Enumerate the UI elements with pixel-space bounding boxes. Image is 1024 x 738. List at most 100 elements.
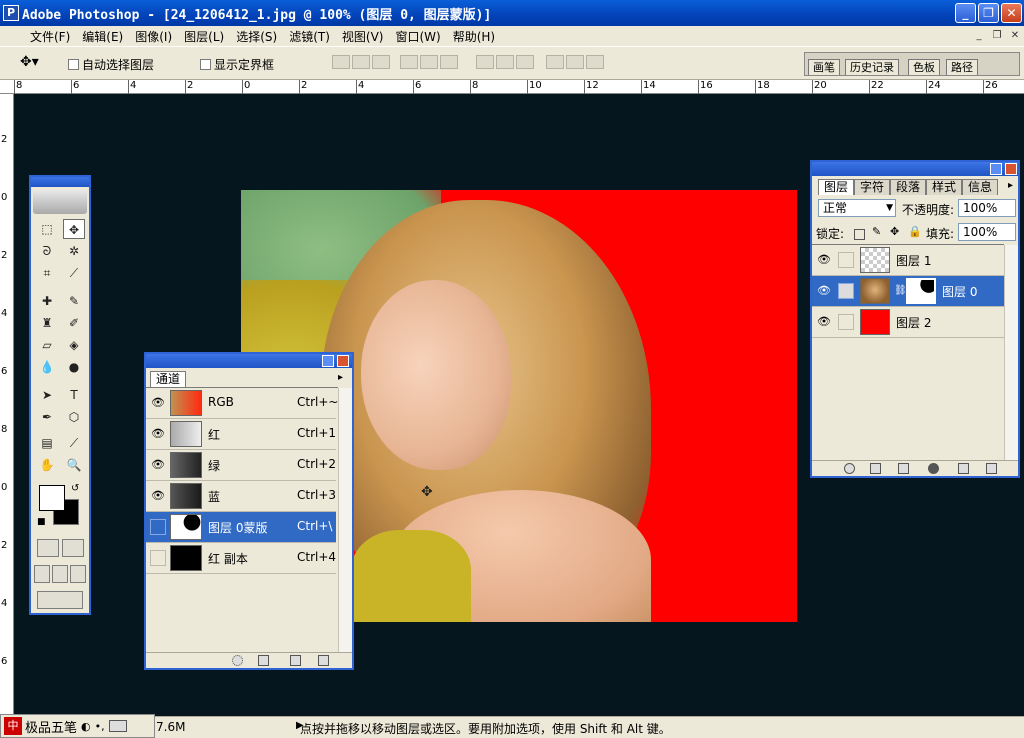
fill-input[interactable]: 100% <box>958 223 1016 241</box>
blur-tool-icon[interactable]: 💧 <box>36 357 58 377</box>
standard-mode-icon[interactable] <box>37 539 59 557</box>
menu-layer[interactable]: 图层(L) <box>178 28 230 45</box>
layers-title-bar[interactable] <box>812 162 1018 176</box>
paint-bucket-tool-icon[interactable]: ◈ <box>63 335 85 355</box>
channel-row-red[interactable]: 👁 红 Ctrl+1 <box>146 419 336 450</box>
align-top-icon[interactable] <box>332 55 350 69</box>
channel-row-rgb[interactable]: 👁 RGB Ctrl+~ <box>146 388 338 419</box>
pen-tool-icon[interactable]: ✒ <box>36 407 58 427</box>
ime-label[interactable]: 极品五笔 <box>25 717 77 736</box>
channels-menu-arrow-icon[interactable]: ▸ <box>338 372 343 383</box>
distribute-right-icon[interactable] <box>586 55 604 69</box>
distribute-vcenter-icon[interactable] <box>496 55 514 69</box>
menu-file[interactable]: 文件(F) <box>24 28 76 45</box>
trash-icon[interactable] <box>986 463 997 474</box>
distribute-top-icon[interactable] <box>476 55 494 69</box>
shape-tool-icon[interactable]: ⬡ <box>63 407 85 427</box>
link-toggle[interactable] <box>838 252 854 268</box>
photoshop-feather-icon[interactable] <box>33 190 87 214</box>
eye-icon[interactable]: 👁 <box>816 314 832 330</box>
minimize-button[interactable]: _ <box>955 3 976 23</box>
toolbox-title-bar[interactable] <box>31 177 89 187</box>
horizontal-ruler[interactable]: 8 6 4 2 0 2 4 6 8 10 12 14 16 18 20 22 24 26 <box>0 80 1024 94</box>
hand-tool-icon[interactable]: ✋ <box>36 455 58 475</box>
full-screen-menu-mode-icon[interactable] <box>52 565 68 583</box>
channel-row-green[interactable]: 👁 绿 Ctrl+2 <box>146 450 336 481</box>
bounding-box-checkbox[interactable] <box>200 59 211 70</box>
marquee-tool-icon[interactable]: ⬚ <box>36 219 58 239</box>
mask-link-icon[interactable] <box>838 283 854 299</box>
lock-position-icon[interactable]: ✥ <box>890 225 901 238</box>
eye-icon[interactable]: 👁 <box>150 457 166 473</box>
new-layer-icon[interactable] <box>958 463 969 474</box>
load-selection-icon[interactable] <box>232 655 243 666</box>
vertical-ruler[interactable]: 2 0 2 4 6 8 0 2 4 6 <box>0 94 14 716</box>
history-brush-tool-icon[interactable]: ✐ <box>63 313 85 333</box>
layer-row-layer1[interactable]: 👁 图层 1 <box>812 245 1004 276</box>
well-tab-paths[interactable]: 路径 <box>946 59 978 75</box>
align-right-icon[interactable] <box>440 55 458 69</box>
document-size[interactable]: 7.6M <box>156 720 185 734</box>
auto-select-layer-option[interactable]: 自动选择图层 <box>68 56 154 73</box>
eyedropper-tool-icon[interactable]: ⟋ <box>63 433 85 453</box>
layers-minimize-icon[interactable] <box>990 163 1002 175</box>
blend-mode-select[interactable]: 正常 ▼ <box>818 199 896 217</box>
menu-edit[interactable]: 编辑(E) <box>76 28 129 45</box>
auto-select-checkbox[interactable] <box>68 59 79 70</box>
lock-image-icon[interactable]: ✎ <box>872 225 883 238</box>
layer-mask-thumbnail[interactable] <box>906 278 936 304</box>
ime-logo-icon[interactable]: 中 <box>4 717 22 735</box>
layer-row-layer2[interactable]: 👁 图层 2 <box>812 307 1004 338</box>
layers-menu-arrow-icon[interactable]: ▸ <box>1008 180 1013 191</box>
quick-mask-mode-icon[interactable] <box>62 539 84 557</box>
path-selection-tool-icon[interactable]: ➤ <box>36 385 58 405</box>
zoom-tool-icon[interactable]: 🔍 <box>63 455 85 475</box>
move-tool-icon[interactable]: ✥ <box>63 219 85 239</box>
chain-link-icon[interactable]: ⛓ <box>894 285 907 296</box>
new-channel-icon[interactable] <box>290 655 301 666</box>
tab-character[interactable]: 字符 <box>854 179 891 195</box>
standard-screen-mode-icon[interactable] <box>34 565 50 583</box>
align-left-icon[interactable] <box>400 55 418 69</box>
foreground-color-swatch[interactable] <box>39 485 65 511</box>
moon-icon[interactable]: ◐ <box>81 720 91 733</box>
eye-icon[interactable]: 👁 <box>150 395 166 411</box>
add-mask-icon[interactable] <box>870 463 881 474</box>
well-tab-history[interactable]: 历史记录 <box>845 59 899 75</box>
menu-view[interactable]: 视图(V) <box>336 28 390 45</box>
move-tool-preset-icon[interactable]: ✥▾ <box>20 54 39 70</box>
distribute-hcenter-icon[interactable] <box>566 55 584 69</box>
channels-close-icon[interactable] <box>337 355 349 367</box>
notes-tool-icon[interactable]: ▤ <box>36 433 58 453</box>
eye-icon[interactable]: 👁 <box>816 283 832 299</box>
channel-row-blue[interactable]: 👁 蓝 Ctrl+3 <box>146 481 336 512</box>
swap-colors-icon[interactable]: ↺ <box>71 483 79 494</box>
clone-stamp-tool-icon[interactable]: ♜ <box>36 313 58 333</box>
adjustment-layer-icon[interactable] <box>928 463 939 474</box>
keyboard-icon[interactable] <box>108 720 127 732</box>
eraser-tool-icon[interactable]: ▱ <box>36 335 58 355</box>
well-tab-swatches[interactable]: 色板 <box>908 59 940 75</box>
menu-window[interactable]: 窗口(W) <box>389 28 446 45</box>
doc-close-icon[interactable]: ✕ <box>1008 29 1022 43</box>
link-toggle[interactable] <box>838 314 854 330</box>
crop-tool-icon[interactable]: ⌗ <box>36 263 58 283</box>
well-tab-brushes[interactable]: 画笔 <box>808 59 840 75</box>
menu-image[interactable]: 图像(I) <box>129 28 178 45</box>
full-screen-mode-icon[interactable] <box>70 565 86 583</box>
lasso-tool-icon[interactable]: ᘐ <box>36 241 58 261</box>
trash-icon[interactable] <box>318 655 329 666</box>
slice-tool-icon[interactable]: ⟋ <box>63 263 85 283</box>
new-set-icon[interactable] <box>898 463 909 474</box>
eye-icon[interactable]: 👁 <box>150 488 166 504</box>
tab-paragraph[interactable]: 段落 <box>890 179 927 195</box>
ime-toolbar[interactable]: 中 极品五笔 ◐ •, <box>0 714 155 738</box>
jump-to-imageready-icon[interactable] <box>37 591 83 609</box>
layers-close-icon[interactable] <box>1005 163 1017 175</box>
restore-button[interactable]: ❐ <box>978 3 999 23</box>
channel-row-layer0-mask[interactable]: 图层 0蒙版 Ctrl+\ <box>146 512 336 543</box>
show-bounding-box-option[interactable]: 显示定界框 <box>200 56 274 73</box>
layer-row-layer0[interactable]: 👁 ⛓ 图层 0 <box>812 276 1004 307</box>
opacity-input[interactable]: 100% <box>958 199 1016 217</box>
doc-restore-icon[interactable]: ❐ <box>990 29 1004 43</box>
